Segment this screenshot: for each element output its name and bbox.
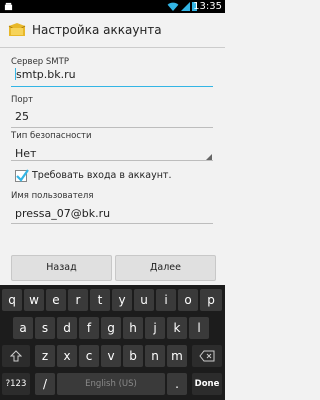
key-o[interactable]: o [178, 289, 198, 311]
key-u[interactable]: u [134, 289, 154, 311]
space-key[interactable]: English (US) [57, 373, 165, 395]
username-underline [11, 223, 213, 224]
key-d[interactable]: d [57, 317, 77, 339]
port-input[interactable]: 25 [15, 110, 213, 123]
smtp-server-underline [11, 86, 213, 87]
require-login-checkbox[interactable] [15, 169, 29, 182]
back-button[interactable]: Назад [11, 255, 112, 281]
username-input[interactable]: pressa_07@bk.ru [15, 207, 213, 220]
security-type-value: Нет [15, 147, 37, 160]
key-l[interactable]: l [189, 317, 209, 339]
key-p[interactable]: p [200, 289, 222, 311]
key-t[interactable]: t [90, 289, 110, 311]
security-type-underline [11, 160, 213, 161]
done-key[interactable]: Done [192, 373, 222, 395]
smtp-server-input[interactable]: smtp.bk.ru [15, 68, 213, 81]
smtp-server-label: Сервер SMTP [11, 57, 69, 67]
username-value: pressa_07@bk.ru [15, 207, 111, 220]
key-m[interactable]: m [167, 345, 187, 367]
shift-key[interactable] [2, 345, 30, 367]
key-q[interactable]: q [2, 289, 22, 311]
key-z[interactable]: z [35, 345, 55, 367]
key-f[interactable]: f [79, 317, 99, 339]
security-type-spinner[interactable]: Нет [15, 147, 213, 160]
port-label: Порт [11, 95, 33, 105]
key-j[interactable]: j [145, 317, 165, 339]
key-b[interactable]: b [123, 345, 143, 367]
key-x[interactable]: x [57, 345, 77, 367]
key-a[interactable]: a [13, 317, 33, 339]
clock: 13:35 [193, 1, 222, 12]
key-c[interactable]: c [79, 345, 99, 367]
next-button[interactable]: Далее [115, 255, 216, 281]
key-s[interactable]: s [35, 317, 55, 339]
page-title: Настройка аккаунта [32, 23, 162, 37]
port-underline [11, 127, 213, 128]
wifi-icon [167, 2, 179, 11]
signal-icon [181, 2, 190, 11]
checkmark-icon [16, 169, 29, 182]
key-w[interactable]: w [24, 289, 44, 311]
key-v[interactable]: v [101, 345, 121, 367]
period-key[interactable]: . [167, 373, 187, 395]
key-n[interactable]: n [145, 345, 165, 367]
status-bar: 13:35 [0, 0, 225, 13]
key-g[interactable]: g [101, 317, 121, 339]
username-label: Имя пользователя [11, 191, 94, 201]
notification-icon [4, 2, 13, 11]
slash-key[interactable]: / [35, 373, 55, 395]
key-k[interactable]: k [167, 317, 187, 339]
email-app-icon[interactable] [8, 23, 26, 37]
symbols-key[interactable]: ?123 [2, 373, 30, 395]
key-y[interactable]: y [112, 289, 132, 311]
key-e[interactable]: e [46, 289, 66, 311]
action-bar: Настройка аккаунта [0, 13, 225, 48]
port-value: 25 [15, 110, 29, 123]
key-r[interactable]: r [68, 289, 88, 311]
require-login-label: Требовать входа в аккаунт. [32, 170, 172, 181]
shift-icon [10, 350, 22, 362]
soft-keyboard: q w e r t y u i o p a s d f g h j k l z … [0, 285, 225, 400]
key-h[interactable]: h [123, 317, 143, 339]
smtp-server-value: smtp.bk.ru [16, 68, 76, 81]
key-i[interactable]: i [156, 289, 176, 311]
security-type-label: Тип безопасности [11, 131, 92, 141]
backspace-icon [199, 350, 215, 362]
backspace-key[interactable] [192, 345, 222, 367]
